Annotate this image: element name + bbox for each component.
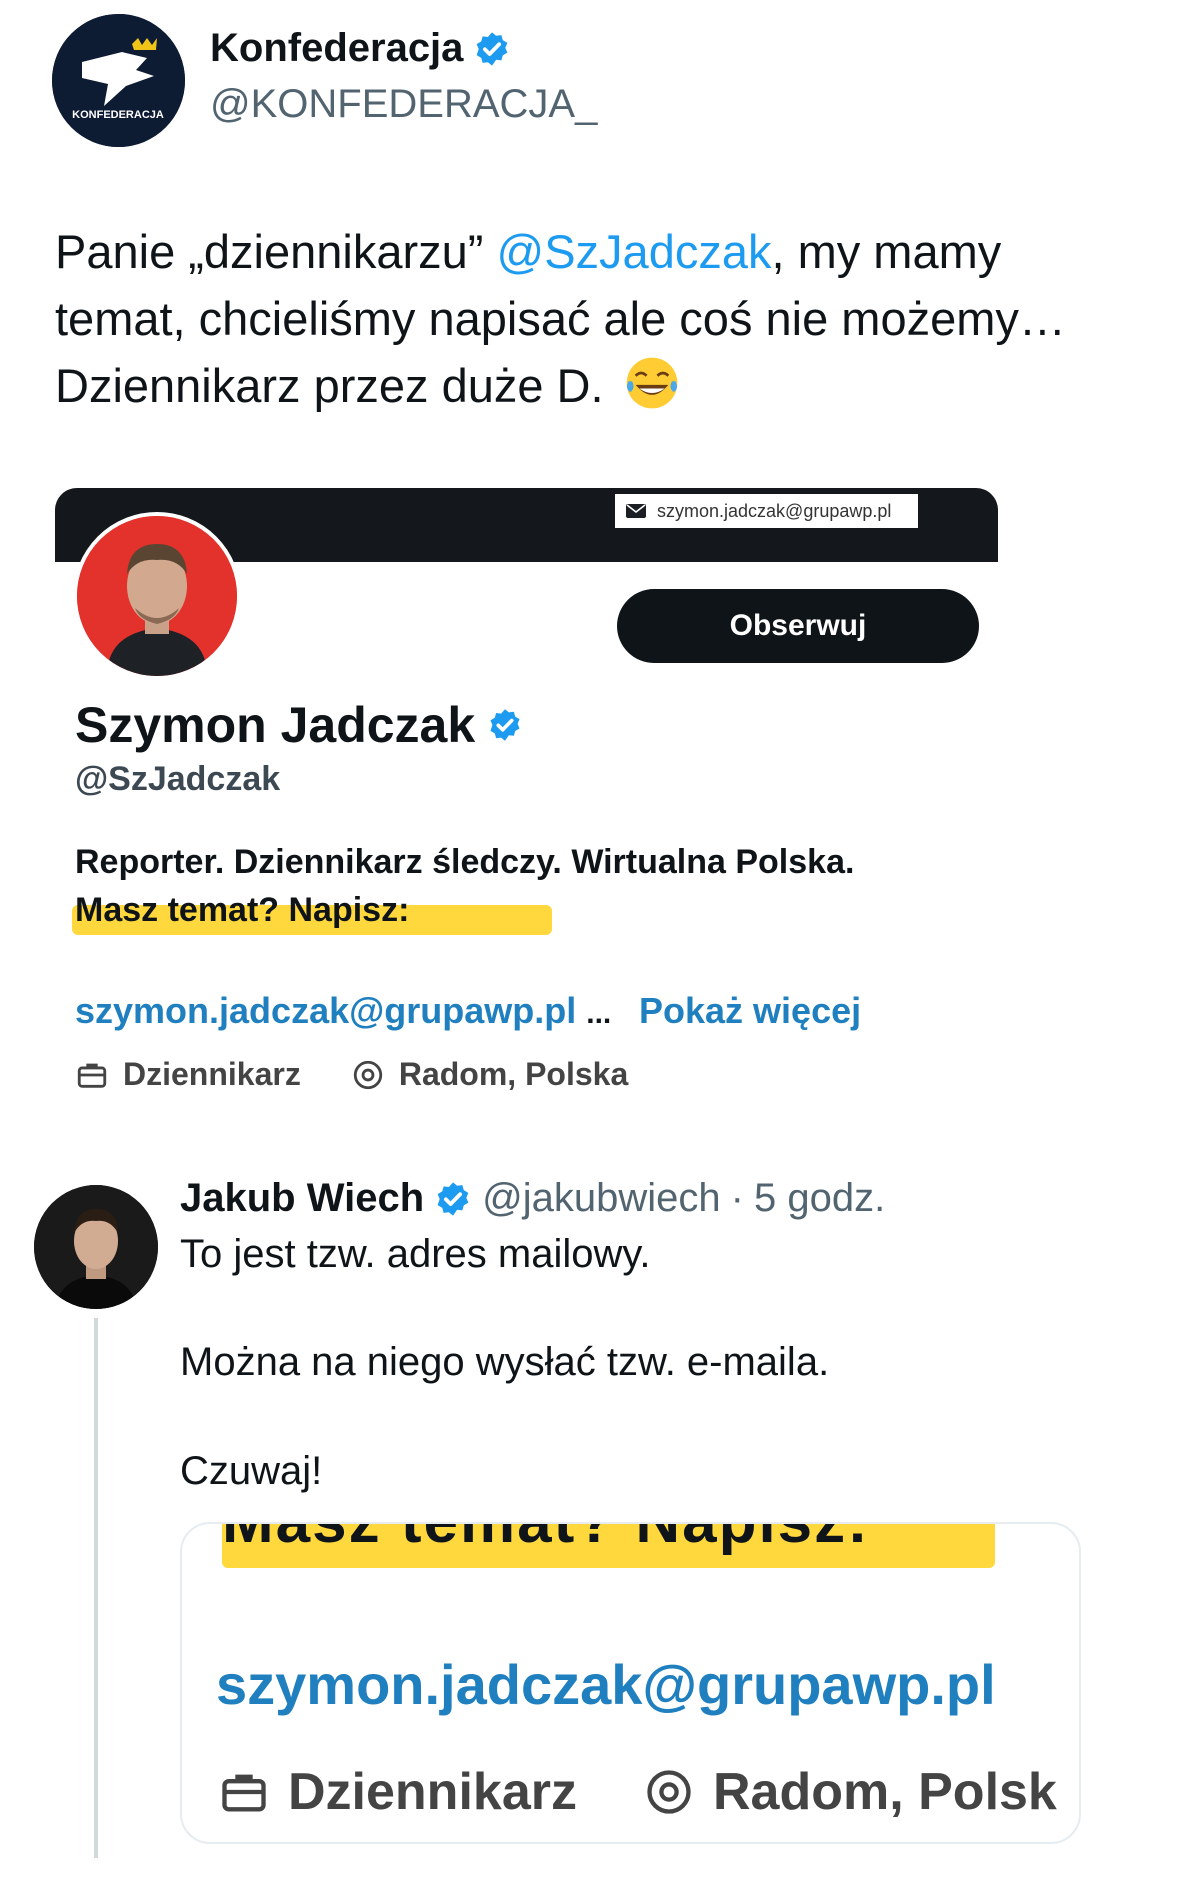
- profile-meta: Dziennikarz Radom, Polska: [75, 1056, 628, 1093]
- reply-avatar[interactable]: [34, 1185, 158, 1309]
- author-name[interactable]: Konfederacja: [210, 26, 511, 71]
- author-avatar[interactable]: KONFEDERACJA: [52, 14, 185, 147]
- reply-text-line3: Czuwaj!: [180, 1449, 323, 1493]
- profile-avatar: [73, 512, 241, 680]
- tweet-text: Panie „dziennikarzu” @SzJadczak, my mamy…: [55, 218, 1135, 419]
- reply-author-name[interactable]: Jakub Wiech: [180, 1176, 424, 1221]
- banner-email-chip: szymon.jadczak@grupawp.pl: [615, 494, 918, 528]
- reply-text-line2: Można na niego wysłać tzw. e-maila.: [180, 1340, 830, 1384]
- media-email-text: szymon.jadczak@grupawp.pl: [216, 1653, 996, 1716]
- location-text: Radom, Polska: [398, 1056, 629, 1092]
- profile-email-link: szymon.jadczak@grupawp.pl ...: [75, 990, 611, 1032]
- reply-handle[interactable]: @jakubwiech: [482, 1176, 721, 1221]
- show-more-link: Pokaż więcej: [639, 990, 862, 1031]
- verified-badge-icon: [477, 31, 508, 66]
- mention-link[interactable]: @SzJadczak: [497, 225, 772, 278]
- profile-name: Szymon Jadczak: [75, 696, 523, 754]
- author-name-text: Konfederacja: [210, 26, 464, 70]
- profile-email-text: szymon.jadczak@grupawp.pl: [75, 990, 577, 1031]
- verified-badge-icon: [490, 709, 520, 741]
- media-location-text: Radom, Polsk: [712, 1763, 1057, 1821]
- reply-separator: ·: [730, 1176, 744, 1220]
- profile-bio-line1: Reporter. Dziennikarz śledczy. Wirtualna…: [75, 843, 855, 881]
- thread-line: [94, 1318, 98, 1858]
- person-portrait-icon: [77, 516, 237, 676]
- briefcase-icon: [77, 1063, 107, 1088]
- reply-media-image[interactable]: Masz temat? Napisz: szymon.jadczak@grupa…: [180, 1522, 1081, 1844]
- media-meta-row: Dziennikarz Radom, Polsk: [218, 1762, 1057, 1822]
- reply-time[interactable]: 5 godz.: [754, 1176, 885, 1221]
- person-portrait-icon: [34, 1185, 158, 1309]
- profile-bio-line2: Masz temat? Napisz:: [75, 891, 410, 929]
- follow-button[interactable]: Obserwuj: [617, 589, 979, 663]
- tweet-text-line1-end: , my mamy: [771, 225, 1002, 278]
- media-cut-text: Masz temat? Napisz:: [222, 1524, 870, 1557]
- profile-handle: @SzJadczak: [75, 760, 281, 798]
- envelope-icon: [626, 504, 646, 518]
- reply-header: Jakub Wiech @jakubwiech · 5 godz.: [180, 1176, 885, 1221]
- tweet-text-line3: Dziennikarz przez duże D.: [55, 359, 604, 412]
- profession-text: Dziennikarz: [123, 1056, 301, 1092]
- ellipsis: ...: [586, 997, 612, 1030]
- svg-text:KONFEDERACJA: KONFEDERACJA: [72, 109, 164, 121]
- konfederacja-logo-icon: KONFEDERACJA: [52, 14, 185, 147]
- profile-name-text: Szymon Jadczak: [75, 697, 476, 753]
- location-pin-icon: [647, 1770, 691, 1814]
- author-handle[interactable]: @KONFEDERACJA_: [210, 82, 597, 127]
- location-pin-icon: [353, 1060, 382, 1089]
- briefcase-icon: [222, 1774, 266, 1812]
- media-profession-text: Dziennikarz: [288, 1763, 577, 1821]
- reply-text-line1: To jest tzw. adres mailowy.: [180, 1232, 651, 1276]
- tweet-text-line2: temat, chcieliśmy napisać ale coś nie mo…: [55, 292, 1066, 345]
- tweet-text-start: Panie „dziennikarzu”: [55, 225, 497, 278]
- banner-email-text: szymon.jadczak@grupawp.pl: [657, 500, 892, 521]
- verified-badge-icon: [437, 1181, 469, 1216]
- face-with-tears-of-joy-icon: [626, 357, 677, 409]
